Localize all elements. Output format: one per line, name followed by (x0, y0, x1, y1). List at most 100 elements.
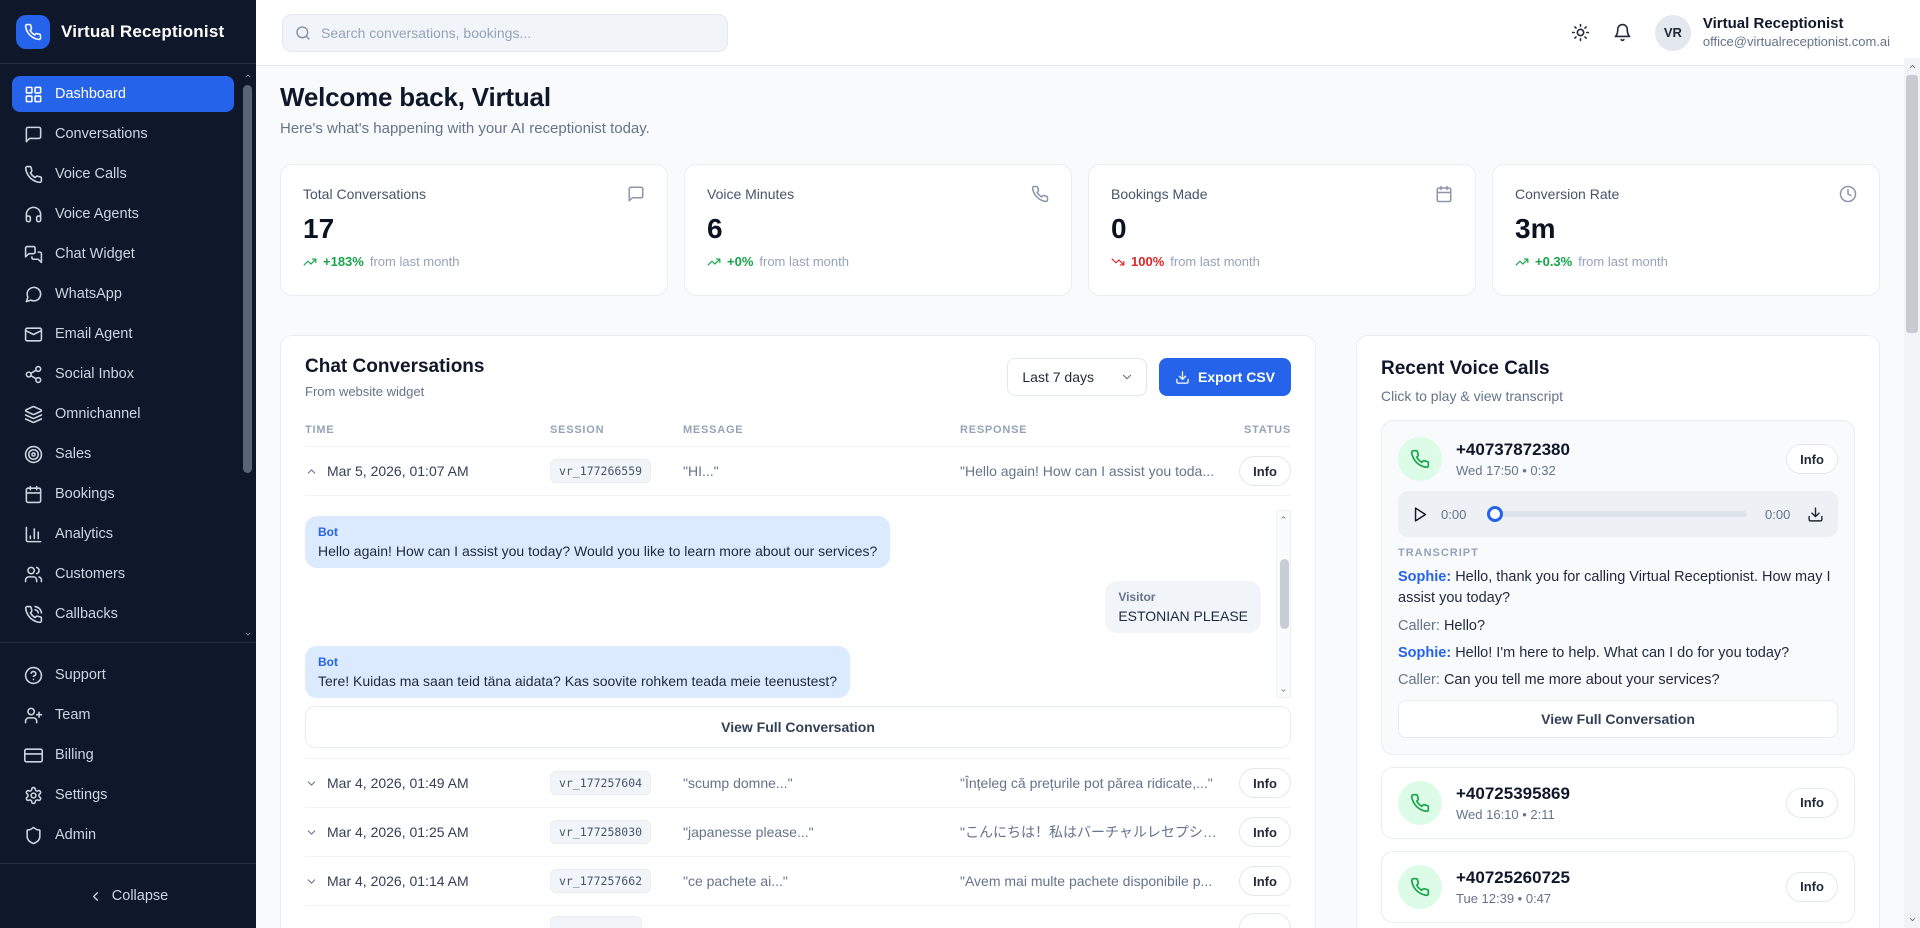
user-plus-icon (24, 706, 43, 725)
download-recording-button[interactable] (1807, 506, 1824, 523)
user-email: office@virtualreceptionist.com.ai (1703, 34, 1890, 51)
sidebar-item-billing[interactable]: Billing (12, 737, 234, 773)
row-time: Mar 4, 2026, 01:14 AM (327, 873, 469, 889)
voice-call-card[interactable]: +40725260725 Tue 12:39 • 0:47 Info (1381, 851, 1855, 923)
scrollbar-thumb[interactable] (243, 85, 252, 473)
call-meta: Wed 16:10 • 2:11 (1456, 807, 1570, 822)
scroll-up-icon[interactable] (1279, 514, 1288, 521)
play-icon (1412, 506, 1429, 523)
export-csv-button[interactable]: Export CSV (1159, 358, 1291, 396)
export-csv-label: Export CSV (1198, 369, 1275, 385)
stat-trend-suffix: from last month (1578, 254, 1668, 269)
seek-handle[interactable] (1487, 506, 1503, 522)
info-button[interactable]: Info (1239, 768, 1291, 798)
sidebar-item-dashboard[interactable]: Dashboard (12, 76, 234, 112)
gear-icon (24, 786, 43, 805)
sidebar-item-voice-calls[interactable]: Voice Calls (12, 156, 234, 192)
scroll-up-icon[interactable] (1907, 62, 1918, 71)
call-number: +40725260725 (1456, 868, 1570, 888)
table-row[interactable]: Mar 4, 2026, 01:14 AM vr_177257662 "ce p… (305, 857, 1291, 906)
transcript-text: Hello! I'm here to help. What can I do f… (1455, 645, 1789, 661)
play-button[interactable] (1412, 506, 1429, 523)
message-square-icon (627, 185, 645, 203)
stat-value: 0 (1111, 213, 1453, 245)
search-input[interactable] (282, 14, 728, 52)
stat-card-bookings-made: Bookings Made 0 100%from last month (1088, 164, 1476, 296)
table-row[interactable] (305, 906, 1291, 928)
scrollbar-thumb[interactable] (1906, 75, 1918, 333)
trend-down-icon (1111, 255, 1125, 269)
message-sender: Bot (318, 655, 837, 669)
session-badge: vr_177257604 (550, 771, 651, 795)
sidebar-item-email-agent[interactable]: Email Agent (12, 316, 234, 352)
collapse-button[interactable]: Collapse (0, 864, 256, 928)
view-full-conversation-button[interactable]: View Full Conversation (1398, 700, 1838, 738)
theme-toggle-button[interactable] (1565, 17, 1597, 49)
info-button[interactable]: Info (1786, 788, 1838, 818)
info-button[interactable]: Info (1786, 872, 1838, 902)
voice-call-card[interactable]: +40725395869 Wed 16:10 • 2:11 Info (1381, 767, 1855, 839)
sidebar-item-label: Social Inbox (55, 366, 134, 382)
scroll-down-icon[interactable] (243, 630, 253, 638)
info-button[interactable]: Info (1239, 866, 1291, 896)
sidebar-scrollbar[interactable] (242, 72, 254, 638)
table-row[interactable]: Mar 4, 2026, 01:25 AM vr_177258030 "japa… (305, 808, 1291, 857)
sidebar-item-team[interactable]: Team (12, 697, 234, 733)
date-range-select[interactable]: Last 7 days (1007, 358, 1147, 396)
chat-scrollbar[interactable] (1276, 510, 1291, 698)
table-row[interactable]: Mar 5, 2026, 01:07 AM vr_177266559 "HI..… (305, 447, 1291, 496)
expanded-conversation: Bot Hello again! How can I assist you to… (305, 496, 1291, 759)
sidebar-item-support[interactable]: Support (12, 657, 234, 693)
sidebar-item-voice-agents[interactable]: Voice Agents (12, 196, 234, 232)
scrollbar-thumb[interactable] (1280, 559, 1289, 629)
sidebar-item-omnichannel[interactable]: Omnichannel (12, 396, 234, 432)
chat-section-title: Chat Conversations (305, 356, 484, 378)
sidebar-item-social-inbox[interactable]: Social Inbox (12, 356, 234, 392)
target-icon (24, 445, 43, 464)
scroll-down-icon[interactable] (1279, 687, 1288, 694)
phone-icon (1031, 185, 1049, 203)
users-icon (24, 565, 43, 584)
avatar[interactable]: VR (1655, 15, 1691, 51)
seek-slider[interactable] (1489, 511, 1747, 517)
info-button[interactable]: Info (1239, 456, 1291, 486)
sidebar-item-sales[interactable]: Sales (12, 436, 234, 472)
sidebar-item-label: Settings (55, 787, 107, 803)
scroll-down-icon[interactable] (1907, 915, 1918, 924)
stat-trend-suffix: from last month (370, 254, 460, 269)
phone-icon (1410, 449, 1430, 469)
sidebar-item-label: Bookings (55, 486, 115, 502)
sidebar-item-whatsapp[interactable]: WhatsApp (12, 276, 234, 312)
trend-up-icon (1515, 255, 1529, 269)
sidebar-item-analytics[interactable]: Analytics (12, 516, 234, 552)
sidebar-item-settings[interactable]: Settings (12, 777, 234, 813)
phone-call-icon (24, 605, 43, 624)
trend-up-icon (303, 255, 317, 269)
chat-transcript-scroll[interactable]: Bot Hello again! How can I assist you to… (305, 502, 1291, 698)
notifications-button[interactable] (1607, 17, 1639, 49)
sidebar-item-bookings[interactable]: Bookings (12, 476, 234, 512)
stat-label: Conversion Rate (1515, 186, 1619, 202)
sidebar-item-admin[interactable]: Admin (12, 817, 234, 853)
page-scrollbar[interactable] (1904, 58, 1920, 928)
info-button[interactable]: Info (1786, 444, 1838, 474)
sidebar-item-customers[interactable]: Customers (12, 556, 234, 592)
stat-trend: +0.3% (1535, 254, 1572, 269)
mail-icon (24, 325, 43, 344)
transcript-text: Can you tell me more about your services… (1444, 672, 1720, 688)
table-row[interactable]: Mar 4, 2026, 01:49 AM vr_177257604 "scum… (305, 759, 1291, 808)
message-sender: Bot (318, 525, 877, 539)
search (282, 14, 728, 52)
voice-call-card[interactable]: +40737872380 Wed 17:50 • 0:32 Info 0:00 … (1381, 420, 1855, 755)
elapsed-time: 0:00 (1441, 507, 1471, 522)
sidebar-item-chat-widget[interactable]: Chat Widget (12, 236, 234, 272)
info-button[interactable] (1239, 913, 1291, 928)
speaker-name: Caller: (1398, 672, 1440, 688)
sidebar-item-conversations[interactable]: Conversations (12, 116, 234, 152)
info-button[interactable]: Info (1239, 817, 1291, 847)
calendar-icon (24, 485, 43, 504)
audio-player: 0:00 0:00 (1398, 491, 1838, 537)
sidebar-item-callbacks[interactable]: Callbacks (12, 596, 234, 632)
scroll-up-icon[interactable] (243, 72, 253, 80)
view-full-conversation-button[interactable]: View Full Conversation (305, 706, 1291, 748)
